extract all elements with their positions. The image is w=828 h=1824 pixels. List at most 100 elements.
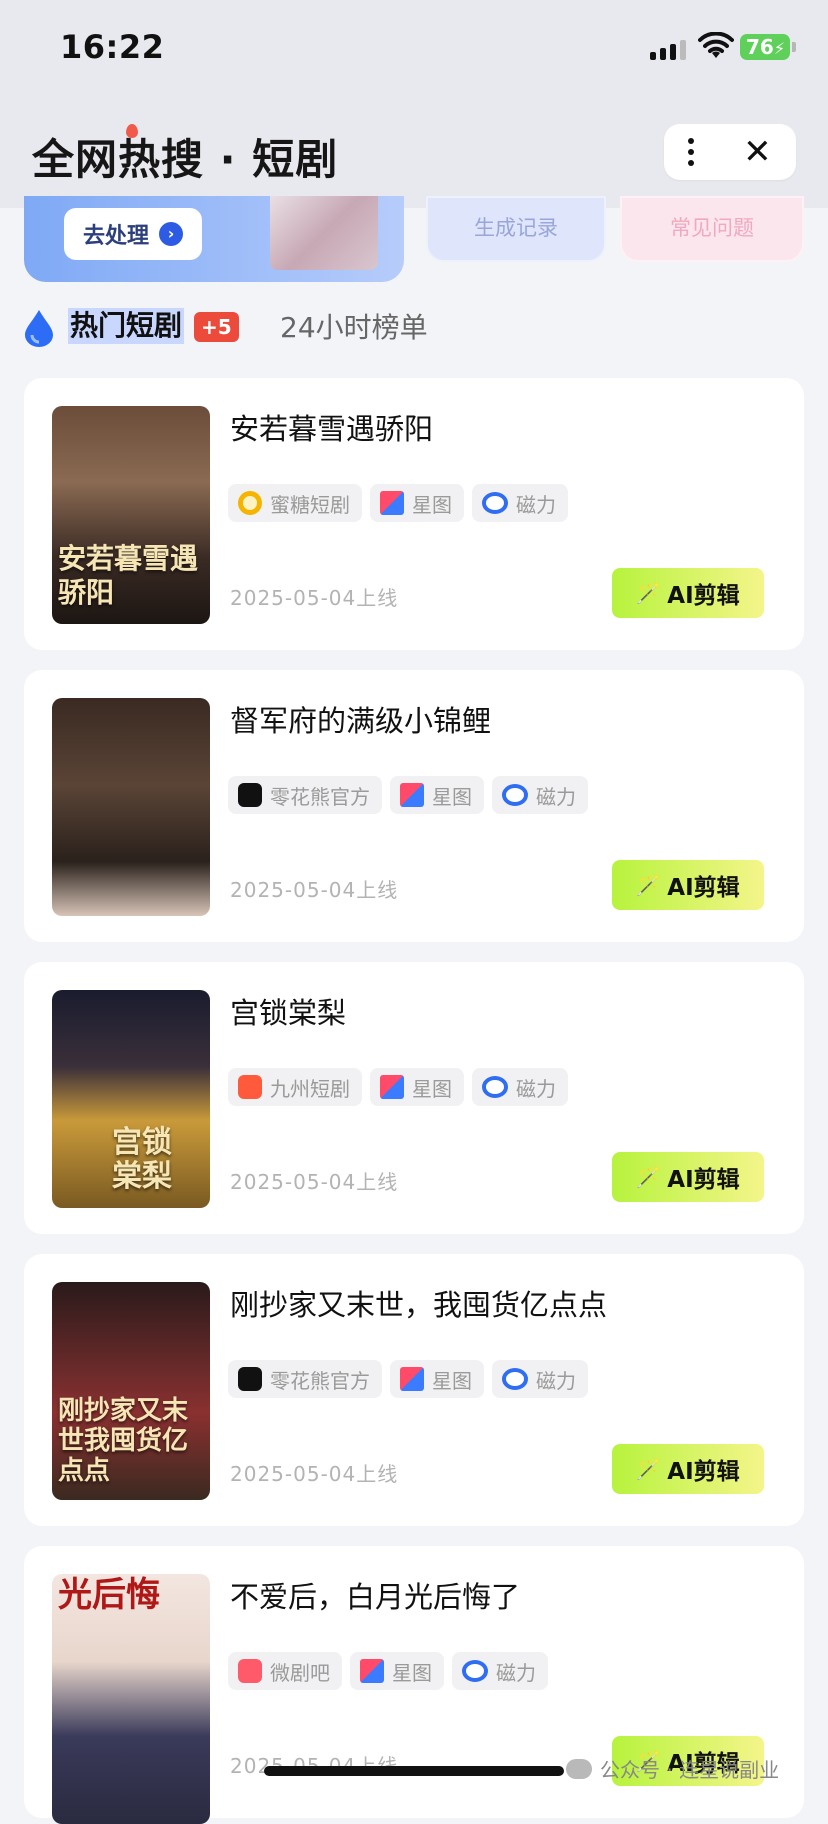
platform-tag: 磁力 — [472, 1068, 568, 1106]
magic-wand-icon: 🪄 — [636, 873, 662, 897]
drama-title: 宫锁棠梨 — [230, 996, 347, 1030]
arrow-right-icon: › — [159, 222, 183, 246]
cili-logo-icon — [502, 1368, 528, 1390]
ai-edit-button[interactable]: 🪄 AI剪辑 — [612, 1444, 764, 1494]
drama-title: 督军府的满级小锦鲤 — [230, 704, 492, 738]
ai-edit-label: AI剪辑 — [667, 1459, 740, 1485]
platform-tag: 磁力 — [492, 776, 588, 814]
poster-title-art: 光后悔 — [58, 1575, 160, 1615]
drama-poster[interactable] — [52, 698, 210, 916]
cili-logo-icon — [482, 1076, 508, 1098]
jiuzhou-logo-icon — [238, 1075, 262, 1099]
platform-tag: 星图 — [350, 1652, 444, 1690]
faq-button[interactable]: 常见问题 — [620, 196, 804, 262]
wifi-icon — [698, 32, 734, 58]
status-time: 16:22 — [60, 28, 165, 66]
platform-tag: 零花熊官方 — [228, 1360, 382, 1398]
platform-tag: 星图 — [390, 776, 484, 814]
pending-banner[interactable]: 去处理 › — [24, 196, 404, 282]
platform-tags: 零花熊官方 星图 磁力 — [228, 776, 588, 814]
release-date: 2025-05-04上线 — [230, 1462, 399, 1486]
signal-icon — [650, 38, 686, 60]
xingtu-logo-icon — [400, 1367, 424, 1391]
platform-tag-label: 磁力 — [496, 1660, 536, 1685]
flame-dot-icon — [126, 124, 138, 138]
home-indicator[interactable] — [264, 1766, 564, 1776]
xingtu-logo-icon — [380, 1075, 404, 1099]
banner-thumbnail — [270, 196, 378, 270]
platform-tags: 微剧吧 星图 磁力 — [228, 1652, 548, 1690]
platform-tag-label: 磁力 — [536, 1368, 576, 1393]
weijuba-logo-icon — [238, 1659, 262, 1683]
drama-card[interactable]: 安若暮雪遇骄阳 安若暮雪遇骄阳 蜜糖短剧 星图 磁力 2025-05-04上线 … — [24, 378, 804, 650]
platform-tag-label: 磁力 — [516, 1076, 556, 1101]
platform-tag-label: 九州短剧 — [270, 1076, 350, 1101]
app-header: 全网热搜 · 短剧 ✕ — [0, 100, 828, 208]
platform-tag-label: 星图 — [432, 784, 472, 809]
ai-edit-label: AI剪辑 — [667, 1167, 740, 1193]
wechat-watermark: 公众号 · 连星说副业 — [566, 1754, 779, 1783]
drama-tabs: 热门短剧 +5 24小时榜单 — [22, 304, 802, 354]
page-title: 全网热搜 · 短剧 — [32, 135, 339, 184]
magic-wand-icon: 🪄 — [636, 1165, 662, 1189]
platform-tags: 零花熊官方 星图 磁力 — [228, 1360, 588, 1398]
poster-title-art: 刚抄家又末世我囤货亿点点 — [58, 1396, 189, 1486]
drama-title: 不爱后，白月光后悔了 — [230, 1580, 521, 1614]
drama-card[interactable]: 督军府的满级小锦鲤 零花熊官方 星图 磁力 2025-05-04上线 🪄 AI剪辑 — [24, 670, 804, 942]
platform-tag-label: 星图 — [392, 1660, 432, 1685]
xingtu-logo-icon — [400, 783, 424, 807]
drama-poster[interactable]: 安若暮雪遇骄阳 — [52, 406, 210, 624]
wechat-icon — [566, 1758, 592, 1779]
more-vertical-icon[interactable] — [688, 138, 695, 166]
tab-hot-dramas[interactable]: 热门短剧 — [68, 308, 185, 344]
platform-tags: 蜜糖短剧 星图 磁力 — [228, 484, 568, 522]
close-icon[interactable]: ✕ — [743, 135, 772, 169]
linghuaxiong-logo-icon — [238, 1367, 262, 1391]
platform-tag: 九州短剧 — [228, 1068, 362, 1106]
platform-tag-label: 磁力 — [536, 784, 576, 809]
ai-edit-button[interactable]: 🪄 AI剪辑 — [612, 568, 764, 618]
platform-tag: 蜜糖短剧 — [228, 484, 362, 522]
platform-tag: 磁力 — [492, 1360, 588, 1398]
platform-tag: 磁力 — [472, 484, 568, 522]
xingtu-logo-icon — [360, 1659, 384, 1683]
xingtu-logo-icon — [380, 491, 404, 515]
release-date: 2025-05-04上线 — [230, 586, 399, 610]
ai-edit-button[interactable]: 🪄 AI剪辑 — [612, 860, 764, 910]
platform-tag-label: 蜜糖短剧 — [270, 492, 350, 517]
battery-cap — [792, 42, 796, 52]
mini-program-capsule: ✕ — [664, 124, 796, 180]
platform-tag: 微剧吧 — [228, 1652, 342, 1690]
battery-level: 76 — [746, 35, 774, 59]
ai-edit-label: AI剪辑 — [667, 583, 740, 609]
platform-tag-label: 零花熊官方 — [270, 1368, 370, 1393]
poster-title-art: 安若暮雪遇骄阳 — [58, 542, 199, 609]
drama-poster[interactable]: 刚抄家又末世我囤货亿点点 — [52, 1282, 210, 1500]
release-date: 2025-05-04上线 — [230, 878, 399, 902]
platform-tag: 星图 — [370, 484, 464, 522]
drama-poster[interactable]: 宫锁棠梨 — [52, 990, 210, 1208]
release-date: 2025-05-04上线 — [230, 1170, 399, 1194]
battery-icon: 76⚡ — [740, 34, 790, 60]
platform-tag-label: 微剧吧 — [270, 1660, 330, 1685]
magic-wand-icon: 🪄 — [636, 1457, 662, 1481]
platform-tags: 九州短剧 星图 磁力 — [228, 1068, 568, 1106]
drama-poster[interactable]: 光后悔 — [52, 1574, 210, 1824]
ai-edit-button[interactable]: 🪄 AI剪辑 — [612, 1152, 764, 1202]
magic-wand-icon: 🪄 — [636, 581, 662, 605]
drama-card[interactable]: 刚抄家又末世我囤货亿点点 刚抄家又末世，我囤货亿点点 零花熊官方 星图 磁力 2… — [24, 1254, 804, 1526]
platform-tag: 星图 — [370, 1068, 464, 1106]
platform-tag: 星图 — [390, 1360, 484, 1398]
ai-edit-label: AI剪辑 — [667, 875, 740, 901]
tab-24h-ranking[interactable]: 24小时榜单 — [280, 310, 428, 346]
drama-title: 刚抄家又末世，我囤货亿点点 — [230, 1288, 608, 1322]
generation-record-button[interactable]: 生成记录 — [426, 196, 606, 262]
status-bar: 16:22 76⚡ — [0, 0, 828, 100]
drama-card[interactable]: 宫锁棠梨 宫锁棠梨 九州短剧 星图 磁力 2025-05-04上线 🪄 AI剪辑 — [24, 962, 804, 1234]
drama-title: 安若暮雪遇骄阳 — [230, 412, 434, 446]
cili-logo-icon — [482, 492, 508, 514]
cili-logo-icon — [462, 1660, 488, 1682]
poster-title-art: 宫锁棠梨 — [112, 1125, 172, 1194]
platform-tag-label: 星图 — [412, 1076, 452, 1101]
process-button[interactable]: 去处理 › — [64, 208, 202, 260]
